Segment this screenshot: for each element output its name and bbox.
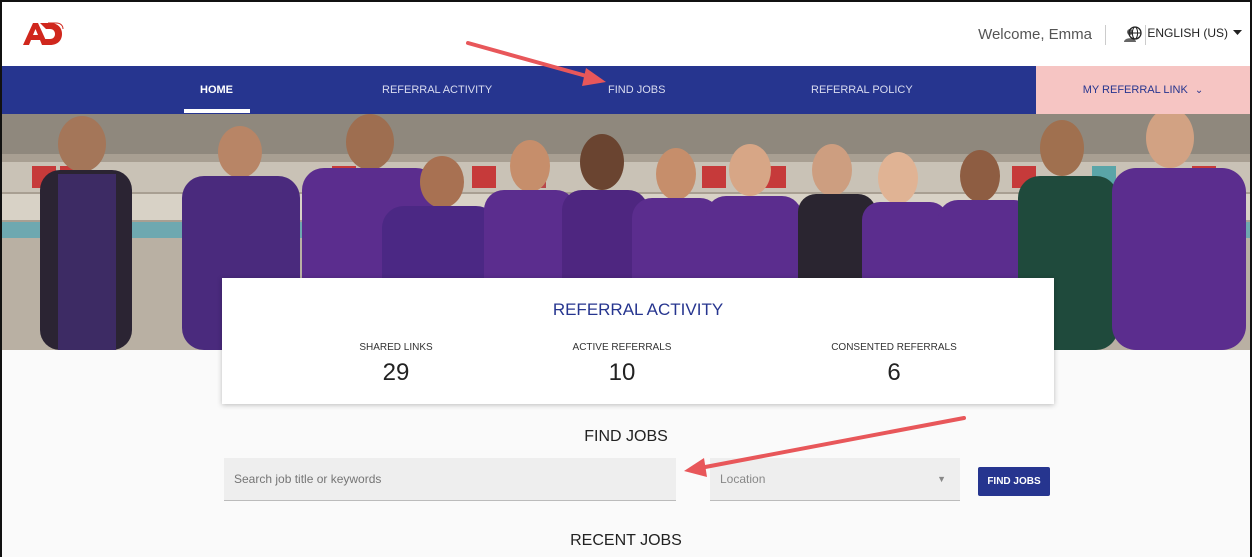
referral-activity-title: REFERRAL ACTIVITY [552,300,724,319]
location-select[interactable]: Location ▼ [710,458,960,501]
globe-icon [1128,26,1142,40]
welcome-text: Welcome, Emma [978,26,1092,43]
nav-item-home[interactable]: HOME [200,66,233,114]
caret-down-icon: ▼ [937,474,946,484]
adp-logo[interactable] [20,20,64,48]
stat-value: 6 [887,359,901,386]
find-jobs-title: FIND JOBS [584,428,668,445]
stat-value: 10 [608,359,636,386]
chevron-down-icon: ⌄ [1194,85,1204,96]
stat-consented-referrals: CONSENTED REFERRALS 6 [794,342,994,387]
recent-jobs-title: RECENT JOBS [570,532,682,549]
stat-label: SHARED LINKS [359,342,433,353]
main-nav: HOME REFERRAL ACTIVITY FIND JOBS REFERRA… [2,66,1250,114]
active-tab-indicator [184,109,250,113]
my-referral-link-button[interactable]: MY REFERRAL LINK ⌄ [1036,66,1250,114]
nav-item-referral-policy[interactable]: REFERRAL POLICY [811,66,913,114]
stat-shared-links: SHARED LINKS 29 [296,342,496,387]
find-jobs-button[interactable]: FIND JOBS [978,467,1050,496]
nav-item-referral-activity[interactable]: REFERRAL ACTIVITY [382,66,492,114]
language-label: ENGLISH (US) [1147,26,1228,40]
stat-label: ACTIVE REFERRALS [572,342,672,353]
nav-item-find-jobs[interactable]: FIND JOBS [608,66,665,114]
stat-active-referrals: ACTIVE REFERRALS 10 [522,342,722,387]
stat-value: 29 [382,359,410,386]
divider [1105,25,1106,45]
my-referral-link-label: MY REFERRAL LINK [1082,84,1188,96]
job-search-input[interactable] [224,458,676,501]
top-bar: Welcome, Emma ENGLISH (US) [2,2,1250,66]
location-placeholder: Location [720,472,766,486]
referral-activity-card: REFERRAL ACTIVITY SHARED LINKS 29 ACTIVE… [222,278,1054,404]
caret-down-icon [1233,30,1242,35]
language-selector[interactable]: ENGLISH (US) [1128,26,1242,40]
stat-label: CONSENTED REFERRALS [831,342,957,353]
